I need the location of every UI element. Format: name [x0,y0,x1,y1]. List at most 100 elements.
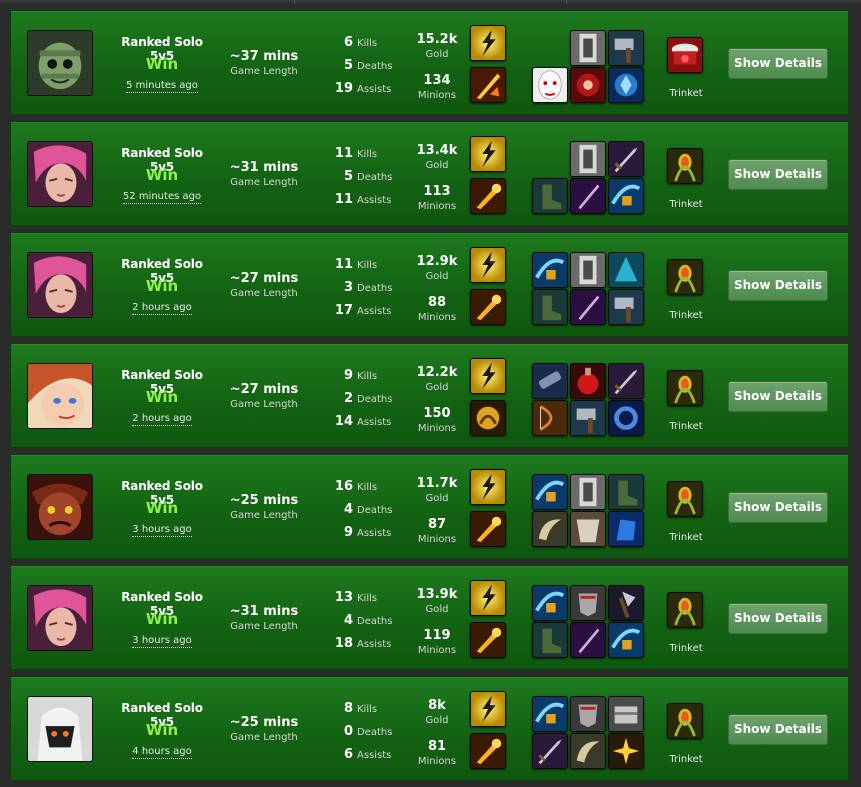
show-details-button[interactable]: Show Details [728,714,828,745]
frozen-heart-icon[interactable] [570,474,606,510]
flash-spell-icon[interactable] [470,469,506,505]
warding-totem-icon[interactable] [667,703,703,739]
match-result: Win [145,277,179,295]
crystal-item-icon[interactable] [608,67,644,103]
time-ago: 5 minutes ago [109,80,215,93]
sunfire-cape-icon[interactable] [570,67,606,103]
trinket-label: Trinket [669,199,703,210]
sword-item-icon[interactable] [532,733,568,769]
kills-value: 8 [343,701,353,716]
jungle-item-icon[interactable] [532,474,568,510]
potion-item-icon[interactable] [570,363,606,399]
frozen-heart-icon[interactable] [570,252,606,288]
minions-label: Minions [417,90,457,101]
warding-totem-icon[interactable] [667,592,703,628]
game-length: ~27 mins [229,382,299,397]
match-card: Ranked Solo 5v5 Win 2 hours ago ~27 mins Gam… [10,232,849,337]
blade-item-icon[interactable] [570,178,606,214]
blade-item-icon[interactable] [570,622,606,658]
flash-spell-icon[interactable] [470,691,506,727]
ring-item-icon[interactable] [608,400,644,436]
frozen-heart-icon[interactable] [570,30,606,66]
frozen-heart-icon[interactable] [570,141,606,177]
assists-label: Assists [357,750,392,761]
match-card: Ranked Solo 5v5 Win 4 hours ago ~25 mins Gam… [10,676,849,781]
smite-spell-icon[interactable] [470,733,506,769]
match-card: Ranked Solo 5v5 Win 3 hours ago ~25 mins Gam… [10,454,849,559]
boots-item-icon[interactable] [532,622,568,658]
oracles-lens-icon[interactable] [667,37,703,73]
smite-spell-icon[interactable] [470,622,506,658]
jungle-item-icon[interactable] [532,585,568,621]
assists-label: Assists [357,306,392,317]
game-length-label: Game Length [230,177,298,188]
axe-item-icon[interactable] [608,585,644,621]
assists-value: 19 [334,81,353,96]
spark-item-icon[interactable] [608,733,644,769]
show-details-button[interactable]: Show Details [728,270,828,301]
game-length-label: Game Length [230,66,298,77]
mask-item-icon[interactable] [532,67,568,103]
smite-spell-icon[interactable] [470,511,506,547]
flash-spell-icon[interactable] [470,358,506,394]
flash-spell-icon[interactable] [470,247,506,283]
time-ago: 2 hours ago [109,302,215,315]
champion-portrait [27,363,93,429]
jungle-item-icon[interactable] [532,252,568,288]
smite-spell-icon[interactable] [470,178,506,214]
champion-portrait [27,585,93,651]
show-details-button[interactable]: Show Details [728,381,828,412]
ignite-spell-icon[interactable] [470,67,506,103]
assists-label: Assists [357,84,392,95]
blade-item-icon[interactable] [570,289,606,325]
kills-stat: 8 Kills [311,701,401,716]
boots-item-icon[interactable] [532,178,568,214]
hammer-item-icon[interactable] [570,400,606,436]
chest-item-icon[interactable] [608,696,644,732]
deaths-stat: 5 Deaths [311,58,401,73]
minions-value: 88 [427,295,447,310]
cannon-item-icon[interactable] [532,363,568,399]
sword-item-icon[interactable] [608,141,644,177]
champion-portrait [27,252,93,318]
shield-item-icon[interactable] [570,585,606,621]
boots-item-icon[interactable] [608,474,644,510]
warding-totem-icon[interactable] [667,370,703,406]
show-details-button[interactable]: Show Details [728,492,828,523]
warding-totem-icon[interactable] [667,148,703,184]
horn-item-icon[interactable] [570,733,606,769]
deaths-stat: 5 Deaths [311,169,401,184]
gauntlet-item-icon[interactable] [608,511,644,547]
sword-item-icon[interactable] [608,363,644,399]
deaths-value: 0 [343,724,353,739]
flash-spell-icon[interactable] [470,580,506,616]
jungle-item-icon[interactable] [608,622,644,658]
show-details-button[interactable]: Show Details [728,603,828,634]
jungle-item-icon[interactable] [608,178,644,214]
warding-totem-icon[interactable] [667,259,703,295]
jungle-item-icon[interactable] [532,696,568,732]
deaths-stat: 4 Deaths [311,613,401,628]
deaths-label: Deaths [357,505,393,516]
show-details-button[interactable]: Show Details [728,48,828,79]
hammer-item-icon[interactable] [608,30,644,66]
flash-spell-icon[interactable] [470,25,506,61]
boots-item-icon[interactable] [532,289,568,325]
heal-spell-icon[interactable] [470,400,506,436]
match-card: Ranked Solo 5v5 Win 3 hours ago ~31 mins Gam… [10,565,849,670]
flash-spell-icon[interactable] [470,136,506,172]
horn-item-icon[interactable] [532,511,568,547]
warding-totem-icon[interactable] [667,481,703,517]
minions-value: 119 [423,628,451,643]
bow-item-icon[interactable] [532,400,568,436]
kills-stat: 16 Kills [311,479,401,494]
cloak-item-icon[interactable] [608,252,644,288]
hammer-item-icon[interactable] [608,289,644,325]
armor-item-icon[interactable] [570,511,606,547]
smite-spell-icon[interactable] [470,289,506,325]
deaths-value: 4 [343,613,353,628]
match-result: Win [145,166,179,184]
deaths-stat: 3 Deaths [311,280,401,295]
show-details-button[interactable]: Show Details [728,159,828,190]
shield-item-icon[interactable] [570,696,606,732]
